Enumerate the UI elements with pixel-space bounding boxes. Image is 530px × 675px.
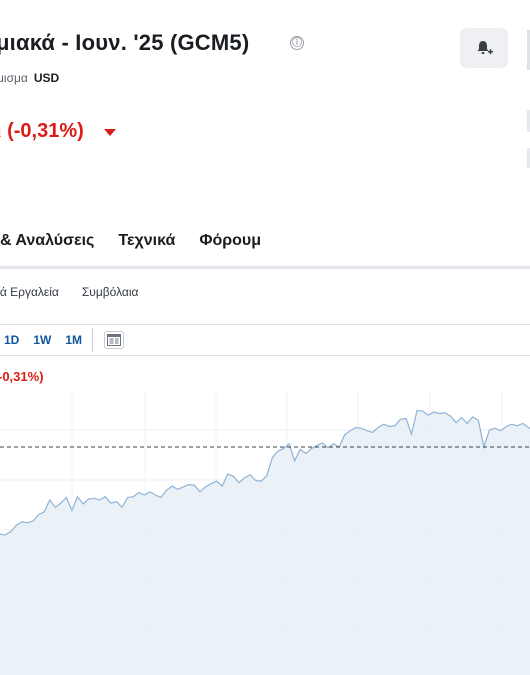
price-area-fill [0, 410, 530, 675]
tabs-divider [0, 266, 530, 269]
period-1w[interactable]: 1W [33, 333, 51, 347]
subtab-contracts[interactable]: Συμβόλαια [82, 285, 139, 299]
info-icon[interactable]: ⓘ [290, 36, 304, 50]
chart-change-label: -0,31%) [0, 369, 44, 384]
tab-technical[interactable]: Τεχνικά [118, 232, 175, 262]
subtabs-divider [0, 324, 530, 325]
add-alert-button[interactable] [460, 28, 508, 68]
price-chart[interactable] [0, 390, 530, 675]
period-1d[interactable]: 1D [4, 333, 19, 347]
main-tabs: & Αναλύσεις Τεχνικά Φόρουμ [0, 232, 285, 262]
price-change: ι (-0,31%) [0, 120, 84, 142]
down-arrow-icon [104, 129, 116, 136]
tab-forum[interactable]: Φόρουμ [199, 232, 261, 262]
period-1m[interactable]: 1M [65, 333, 82, 347]
currency-label: μισμα [0, 71, 28, 85]
tab-analysis[interactable]: & Αναλύσεις [0, 232, 94, 262]
sub-tabs: κά Εργαλεία Συμβόλαια [0, 285, 161, 299]
instrument-title: μιακά - Ιουν. '25 (GCM5) [0, 30, 250, 55]
bell-plus-icon [477, 41, 493, 55]
period-selector: 1D 1W 1M [4, 333, 96, 347]
chart-type-button[interactable] [104, 331, 124, 349]
subtab-tools[interactable]: κά Εργαλεία [0, 285, 59, 299]
candlestick-chart-icon [107, 334, 121, 346]
currency-value: USD [33, 71, 60, 85]
toolbar-divider [0, 355, 530, 356]
currency-info: μισμα USD [0, 71, 59, 85]
toolbar-separator [92, 328, 93, 352]
